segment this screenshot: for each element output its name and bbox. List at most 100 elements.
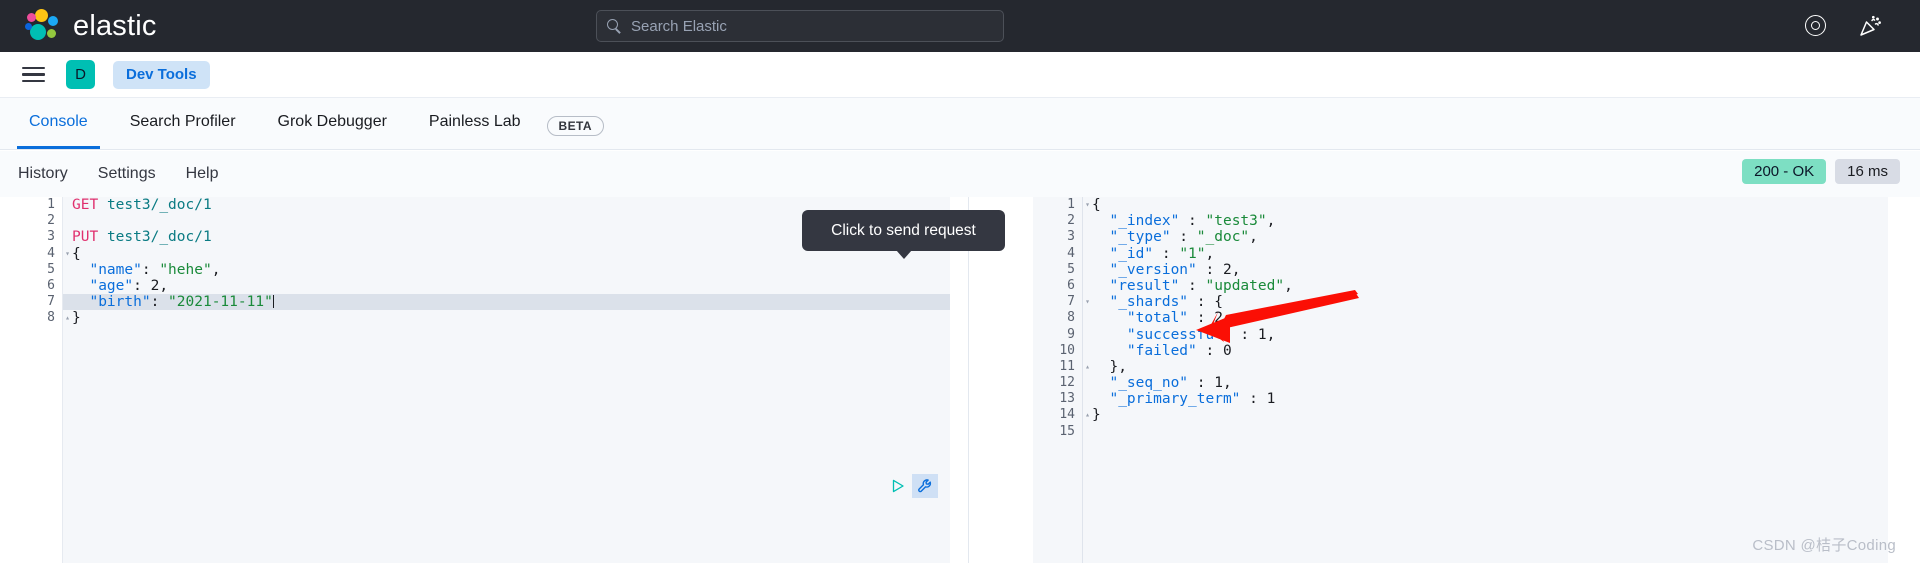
hamburger-menu-icon[interactable] [22,63,45,86]
code-line: "_index" : "test3", [1083,213,1888,229]
panel-divider[interactable] [968,197,969,563]
code-line: "result" : "updated", [1083,278,1888,294]
code-token: }, [1092,358,1127,375]
breadcrumb-bar: D Dev Tools [0,52,1920,98]
lifebuoy-help-icon[interactable] [1804,14,1828,38]
line-number: 1 ▾ [1067,197,1090,212]
line-number: 5 [47,261,55,277]
line-number: 7 [47,294,55,310]
code-token: : [141,261,160,278]
code-line: "_version" : 2, [1083,262,1888,278]
code-token: "result" [1092,277,1180,294]
code-line: } [63,310,950,326]
code-token: 2 [1222,261,1232,278]
play-send-request-icon[interactable] [890,478,906,494]
code-token: 2 [150,277,160,294]
code-token: "_id" [1092,245,1154,262]
search-input[interactable]: Search Elastic [596,10,1004,42]
code-token: "test3" [1205,213,1267,230]
duration-badge: 16 ms [1835,159,1900,184]
code-token: "_type" [1092,229,1171,246]
code-token: : { [1188,294,1223,311]
editor-code[interactable]: GET test3/_doc/1 PUT test3/_doc/1 { "name… [63,197,950,563]
code-token: , [1266,213,1276,230]
send-request-tooltip: Click to send request [802,210,1005,259]
dev-tools-console-page: elastic Search Elastic D Dev Tools Conso… [0,0,1920,563]
history-button[interactable]: History [18,165,68,183]
elastic-brand[interactable]: elastic [25,9,157,43]
line-number: 5 [1067,261,1075,277]
code-token: test3/_doc/1 [106,229,212,246]
left-margin [0,197,13,563]
code-token: "2021-11-11" [168,294,273,311]
response-code: { "_index" : "test3", "_type" : "_doc", … [1083,197,1888,563]
code-token: , [1222,375,1232,392]
code-token: : [1231,326,1258,343]
code-token: "hehe" [159,261,212,278]
code-line: }, [1083,359,1888,375]
line-number: 4 ▾ [47,245,70,261]
tab-search-profiler[interactable]: Search Profiler [118,98,248,149]
code-token: { [72,245,81,262]
code-token: : [1196,261,1223,278]
code-token: "_shards" [1092,294,1189,311]
code-token [272,295,274,309]
code-line: "_shards" : { [1083,294,1888,310]
watermark: CSDN @桔子Coding [1752,537,1896,554]
code-token: "_index" [1092,213,1180,230]
tooltip-arrow [895,250,912,259]
confetti-celebration-icon[interactable] [1858,14,1882,38]
global-header: elastic Search Elastic [0,0,1920,52]
code-token: : [150,294,169,311]
code-line: "name": "hehe", [63,262,950,278]
code-token: GET [72,197,99,213]
code-line: "_primary_term" : 1 [1083,391,1888,407]
code-token: : [1179,277,1206,294]
settings-button[interactable]: Settings [98,165,156,183]
line-number: 8 ▴ [47,310,70,326]
response-status-group: 200 - OK 16 ms [1742,159,1900,184]
code-token: : [1170,229,1197,246]
console-workspace: 1 2 3 4 ▾ 5 6 7 8 ▴ GET test3/_doc/1 PUT test3/_d… [0,197,1920,563]
response-viewer[interactable]: 1 ▾ 2 3 4 5 6 7 ▾ 8 9 10 11 ▴ 12 13 14 ▴ 15 { "_index" : "… [1033,197,1888,563]
breadcrumb-dev-tools[interactable]: Dev Tools [113,60,210,89]
brand-name: elastic [73,9,157,42]
code-line: "failed" : 0 [1083,343,1888,359]
code-token: } [72,310,81,327]
line-number: 3 [47,229,55,245]
code-token: , [1266,326,1276,343]
dev-tools-tabs: Console Search Profiler Grok Debugger Pa… [0,98,1920,150]
code-token: "_primary_term" [1092,391,1241,408]
code-token: : [1240,391,1267,408]
tab-grok-debugger[interactable]: Grok Debugger [266,98,399,149]
code-token: PUT [72,229,99,246]
code-token: 2 [1214,310,1223,327]
line-number: 11 ▴ [1059,358,1090,374]
code-line: "_seq_no" : 1, [1083,375,1888,391]
code-token: : [1188,310,1215,327]
code-token: { [1092,197,1101,213]
code-token: , [159,277,169,294]
tab-painless-lab[interactable]: Painless Lab [417,98,533,149]
search-icon [607,18,622,34]
help-button[interactable]: Help [186,165,219,183]
code-token: "1" [1179,245,1206,262]
code-token: , [1205,245,1215,262]
code-token: 1 [1214,375,1223,392]
code-token: , [1284,277,1293,294]
space-avatar[interactable]: D [66,60,95,89]
line-number: 1 [47,197,55,212]
line-number: 2 [47,213,55,229]
line-number: 8 [1067,310,1075,326]
elastic-logo-icon [25,9,61,43]
line-number: 7 ▾ [1067,294,1090,310]
request-editor[interactable]: 1 2 3 4 ▾ 5 6 7 8 ▴ GET test3/_doc/1 PUT test3/_d… [13,197,950,563]
code-token: : [1179,213,1206,230]
tab-console[interactable]: Console [17,98,100,149]
wrench-settings-icon[interactable] [912,474,938,498]
global-search[interactable]: Search Elastic [596,10,1004,42]
tooltip-text: Click to send request [831,221,976,239]
code-token: "_seq_no" [1092,375,1189,392]
code-token: : [1196,342,1223,359]
